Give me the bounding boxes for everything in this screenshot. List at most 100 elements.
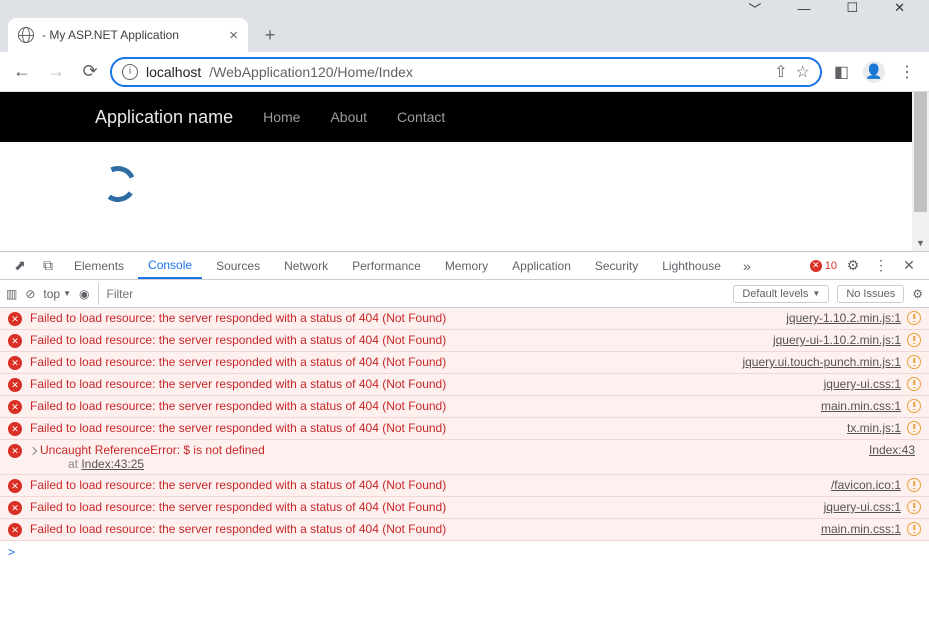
error-icon: ✕ <box>8 334 22 348</box>
console-body[interactable]: ✕ Failed to load resource: the server res… <box>0 308 929 642</box>
console-error-row[interactable]: ✕Failed to load resource: the server res… <box>0 475 929 497</box>
inspect-icon[interactable]: ⬈ <box>8 252 32 279</box>
console-error-row[interactable]: ✕ Uncaught ReferenceError: $ is not defi… <box>0 440 929 475</box>
expand-icon[interactable] <box>29 447 37 455</box>
close-tab-icon[interactable]: × <box>229 27 238 44</box>
source-link[interactable]: Index:43 <box>869 443 915 457</box>
tab-title: - My ASP.NET Application <box>42 28 179 42</box>
error-icon: ✕ <box>8 444 22 458</box>
nav-link-contact[interactable]: Contact <box>397 109 445 125</box>
violation-icon <box>907 500 921 514</box>
console-message: Failed to load resource: the server resp… <box>30 355 742 369</box>
context-select[interactable]: top▼ <box>43 287 71 301</box>
window-controls: ﹀ — ☐ ✕ <box>0 0 929 16</box>
devtools-tabs: ⬈ ⧉ Elements Console Sources Network Per… <box>0 252 929 280</box>
console-error-row[interactable]: ✕Failed to load resource: the server res… <box>0 352 929 374</box>
browser-tab[interactable]: - My ASP.NET Application × <box>8 18 248 52</box>
console-error-row[interactable]: ✕ Failed to load resource: the server res… <box>0 330 929 352</box>
source-link[interactable]: jquery-ui-1.10.2.min.js:1 <box>773 333 901 347</box>
forward-button[interactable]: → <box>42 58 70 86</box>
close-devtools-icon[interactable]: ✕ <box>897 252 921 279</box>
maximize-icon[interactable]: ☐ <box>846 0 858 16</box>
console-error-row[interactable]: ✕ Failed to load resource: the server res… <box>0 374 929 396</box>
scroll-thumb[interactable] <box>914 92 927 212</box>
console-message: Failed to load resource: the server resp… <box>30 478 831 492</box>
close-window-icon[interactable]: ✕ <box>894 0 905 16</box>
brand[interactable]: Application name <box>95 107 233 128</box>
console-settings-gear-icon[interactable]: ⚙ <box>912 287 923 301</box>
console-error-row[interactable]: ✕Failed to load resource: the server res… <box>0 396 929 418</box>
filter-input[interactable] <box>98 283 726 305</box>
error-count: 10 <box>825 260 837 272</box>
tab-memory[interactable]: Memory <box>435 252 498 279</box>
sidebar-toggle-icon[interactable]: ▥ <box>6 287 17 301</box>
error-icon: ✕ <box>8 312 22 326</box>
source-link[interactable]: /favicon.ico:1 <box>831 478 901 492</box>
console-error-row[interactable]: ✕Failed to load resource: the server res… <box>0 519 929 541</box>
menu-icon[interactable]: ⋮ <box>899 62 915 82</box>
source-link[interactable]: jquery-1.10.2.min.js:1 <box>786 311 901 325</box>
console-error-row[interactable]: ✕ Failed to load resource: the server res… <box>0 497 929 519</box>
console-message: Failed to load resource: the server resp… <box>30 500 824 514</box>
console-message: Failed to load resource: the server resp… <box>30 311 786 325</box>
live-expression-icon[interactable]: ◉ <box>79 287 89 301</box>
sidepanel-icon[interactable]: ◧ <box>834 62 849 82</box>
kebab-icon[interactable]: ⋮ <box>869 252 893 279</box>
bookmark-icon[interactable]: ☆ <box>796 62 810 82</box>
console-prompt[interactable]: > <box>0 541 929 563</box>
no-issues-pill[interactable]: No Issues <box>837 285 904 303</box>
device-icon[interactable]: ⧉ <box>36 252 60 279</box>
devtools-panel: ⬈ ⧉ Elements Console Sources Network Per… <box>0 252 929 642</box>
console-error-row[interactable]: ✕Failed to load resource: the server res… <box>0 418 929 440</box>
source-link[interactable]: jquery-ui.css:1 <box>824 500 901 514</box>
minimize-icon[interactable]: — <box>797 1 810 16</box>
settings-gear-icon[interactable]: ⚙ <box>841 252 865 279</box>
error-icon: ✕ <box>8 523 22 537</box>
tab-elements[interactable]: Elements <box>64 252 134 279</box>
site-info-icon[interactable]: i <box>122 64 138 80</box>
tab-console[interactable]: Console <box>138 252 202 279</box>
share-icon[interactable]: ⇧ <box>774 62 787 82</box>
source-link[interactable]: main.min.css:1 <box>821 522 901 536</box>
loading-spinner <box>100 166 140 206</box>
console-message: Failed to load resource: the server resp… <box>30 377 824 391</box>
back-button[interactable]: ← <box>8 58 36 86</box>
tab-security[interactable]: Security <box>585 252 648 279</box>
source-link[interactable]: jquery-ui.css:1 <box>824 377 901 391</box>
error-icon: ✕ <box>8 378 22 392</box>
tab-performance[interactable]: Performance <box>342 252 431 279</box>
source-link[interactable]: jquery.ui.touch-punch.min.js:1 <box>742 355 901 369</box>
log-levels-select[interactable]: Default levels▼ <box>733 285 829 303</box>
console-error-row[interactable]: ✕ Failed to load resource: the server res… <box>0 308 929 330</box>
new-tab-button[interactable]: + <box>256 21 284 49</box>
tab-strip: - My ASP.NET Application × + <box>0 16 929 52</box>
error-count-badge[interactable]: ✕ 10 <box>810 252 837 279</box>
page-viewport: Application name Home About Contact ▲ ▼ <box>0 92 929 252</box>
violation-icon <box>907 311 921 325</box>
profile-avatar[interactable]: 👤 <box>863 61 885 83</box>
violation-icon <box>907 522 921 536</box>
page-scrollbar[interactable]: ▲ ▼ <box>912 92 929 251</box>
reload-button[interactable]: ⟳ <box>76 58 104 86</box>
address-bar[interactable]: i localhost/WebApplication120/Home/Index… <box>110 57 822 87</box>
violation-icon <box>907 399 921 413</box>
console-toolbar: ▥ ⊘ top▼ ◉ Default levels▼ No Issues ⚙ <box>0 280 929 308</box>
source-link[interactable]: main.min.css:1 <box>821 399 901 413</box>
error-icon: ✕ <box>8 501 22 515</box>
tab-lighthouse[interactable]: Lighthouse <box>652 252 731 279</box>
error-icon: ✕ <box>8 422 22 436</box>
globe-icon <box>18 27 34 43</box>
tab-application[interactable]: Application <box>502 252 581 279</box>
chevron-down-icon[interactable]: ﹀ <box>748 0 761 18</box>
tab-sources[interactable]: Sources <box>206 252 270 279</box>
console-message: Failed to load resource: the server resp… <box>30 333 773 347</box>
stack-link[interactable]: Index:43:25 <box>81 457 144 471</box>
clear-console-icon[interactable]: ⊘ <box>25 287 35 301</box>
tab-network[interactable]: Network <box>274 252 338 279</box>
nav-link-home[interactable]: Home <box>263 109 300 125</box>
url-path: /WebApplication120/Home/Index <box>209 64 413 80</box>
nav-link-about[interactable]: About <box>330 109 367 125</box>
source-link[interactable]: tx.min.js:1 <box>847 421 901 435</box>
more-tabs-icon[interactable]: » <box>735 252 759 279</box>
scroll-down-icon[interactable]: ▼ <box>912 234 929 251</box>
